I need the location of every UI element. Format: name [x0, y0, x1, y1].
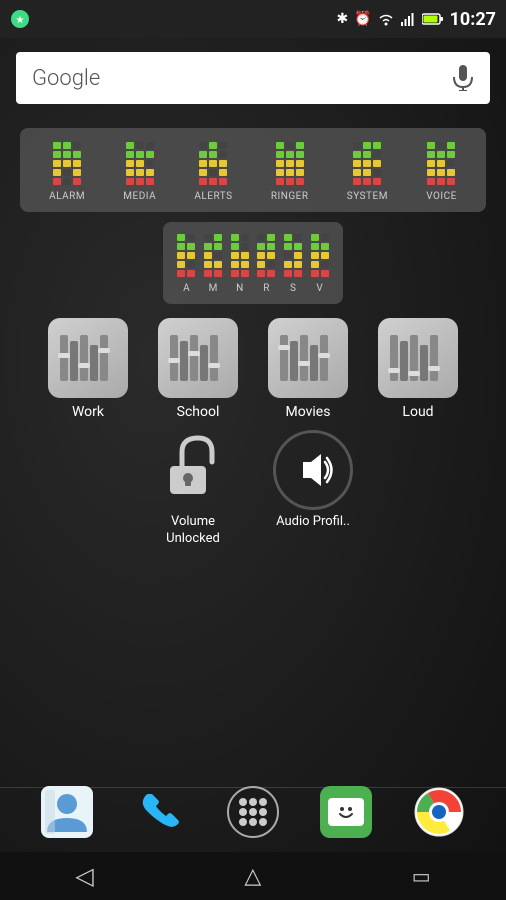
profile-movies[interactable]: Movies: [258, 318, 358, 420]
profile-work[interactable]: Work: [38, 318, 138, 420]
dock-apps[interactable]: [223, 782, 283, 842]
profile-school-icon: [158, 318, 238, 398]
sm-s-channel: S: [284, 234, 302, 294]
bluetooth-icon: ✱: [336, 11, 348, 27]
android-icon: ★: [10, 9, 30, 29]
profile-loud-label: Loud: [402, 404, 433, 420]
volume-unlocked-item[interactable]: VolumeUnlocked: [138, 430, 248, 548]
profile-work-label: Work: [72, 404, 104, 420]
unlock-icon-wrap: [153, 430, 233, 510]
sm-a-channel: A: [177, 234, 195, 294]
sm-m-label: M: [209, 283, 218, 294]
voice-bars: [427, 142, 455, 185]
volume-unlocked-label: VolumeUnlocked: [166, 514, 220, 548]
media-bars: [126, 142, 154, 185]
sm-n-label: N: [236, 283, 243, 294]
status-left: ★: [10, 9, 30, 29]
dock-chrome[interactable]: [409, 782, 469, 842]
dock-phone[interactable]: [130, 782, 190, 842]
home-button[interactable]: △: [244, 863, 261, 889]
sm-v-label: V: [316, 283, 322, 294]
dock-contacts[interactable]: [37, 782, 97, 842]
alerts-label: ALERTS: [194, 191, 232, 202]
profile-movies-label: Movies: [286, 404, 331, 420]
status-time: 10:27: [450, 9, 496, 30]
wifi-icon: [378, 12, 394, 26]
dock: [0, 772, 506, 852]
search-bar[interactable]: Google: [16, 52, 490, 104]
audio-icon-wrap: [273, 430, 353, 510]
sm-n-channel: N: [231, 234, 249, 294]
media-channel: MEDIA: [123, 142, 156, 202]
voice-label: VOICE: [426, 191, 457, 202]
system-channel: SYSTEM: [347, 142, 388, 202]
sm-m-channel: M: [204, 234, 222, 294]
volume-widget-large[interactable]: ALARM: [20, 128, 486, 212]
alerts-bars: [199, 142, 227, 185]
sm-r-label: R: [263, 283, 269, 294]
recents-button[interactable]: ▭: [412, 864, 431, 889]
sm-a-label: A: [183, 283, 190, 294]
ringer-channel: RINGER: [271, 142, 309, 202]
status-bar: ★ ✱ ⏰: [0, 0, 506, 38]
sm-r-channel: R: [257, 234, 275, 294]
alarm-channel: ALARM: [49, 142, 85, 202]
system-bars: [353, 142, 381, 185]
alerts-channel: ALERTS: [194, 142, 232, 202]
back-button[interactable]: ◁: [75, 862, 93, 891]
profile-school[interactable]: School: [148, 318, 248, 420]
alarm-label: ALARM: [49, 191, 85, 202]
profile-loud[interactable]: Loud: [368, 318, 468, 420]
ringer-label: RINGER: [271, 191, 309, 202]
audio-profile-label: Audio Profil..: [276, 514, 350, 531]
ringer-bars: [276, 142, 304, 185]
signal-icon: [400, 12, 416, 26]
mic-icon[interactable]: [452, 65, 474, 91]
svg-text:★: ★: [16, 15, 25, 26]
voice-channel: VOICE: [426, 142, 457, 202]
media-label: MEDIA: [123, 191, 156, 202]
system-label: SYSTEM: [347, 191, 388, 202]
alarm-icon: ⏰: [354, 11, 371, 27]
main-content: ALARM: [0, 118, 506, 558]
audio-profile-item[interactable]: Audio Profil..: [258, 430, 368, 548]
profiles-grid: Work School: [20, 318, 486, 420]
status-right: ✱ ⏰: [336, 9, 496, 30]
profile-work-icon: [48, 318, 128, 398]
dock-messenger[interactable]: [316, 782, 376, 842]
volume-widget-small[interactable]: A M: [163, 222, 343, 304]
search-bar-text: Google: [32, 66, 100, 91]
profile-school-label: School: [177, 404, 220, 420]
alarm-bars: [53, 142, 81, 185]
sm-v-channel: V: [311, 234, 329, 294]
sm-s-label: S: [290, 283, 296, 294]
nav-bar: ◁ △ ▭: [0, 852, 506, 900]
profile-movies-icon: [268, 318, 348, 398]
battery-icon: [422, 12, 444, 26]
special-row: VolumeUnlocked Audio Profil..: [20, 430, 486, 548]
profile-loud-icon: [378, 318, 458, 398]
